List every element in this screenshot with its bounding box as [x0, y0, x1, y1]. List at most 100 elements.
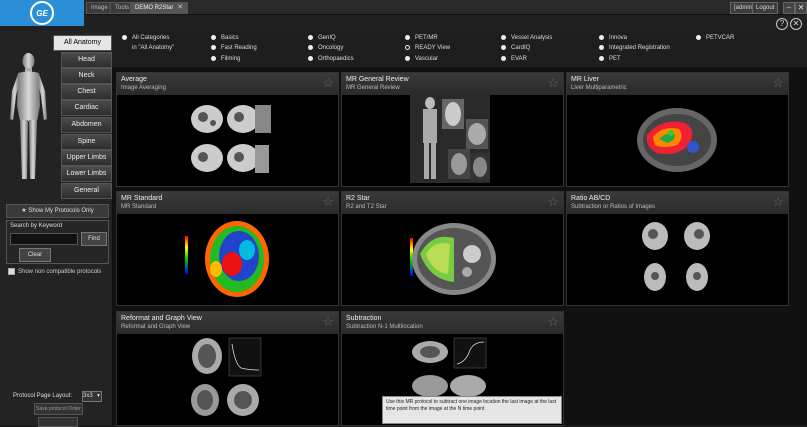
category-evar[interactable]: EVAR [501, 56, 527, 62]
category-geniq[interactable]: GenIQ [308, 35, 336, 41]
toolbar [0, 15, 807, 31]
radio-icon[interactable] [122, 35, 127, 40]
favorite-star-icon[interactable]: ☆ [547, 195, 559, 209]
protocol-card-mr-liver[interactable]: MR Liver Liver Multiparametric ☆ [566, 72, 789, 187]
settings-icon[interactable]: ✕ [790, 18, 802, 30]
radio-selected-icon[interactable] [405, 45, 410, 50]
anatomy-all[interactable]: All Anatomy [53, 35, 112, 51]
card-header: Reformat and Graph View Reformat and Gra… [117, 312, 338, 334]
category-all[interactable]: All Categories [122, 35, 169, 41]
protocol-card-reformat-graph[interactable]: Reformat and Graph View Reformat and Gra… [116, 311, 339, 426]
checkbox-icon[interactable] [8, 268, 15, 275]
anatomy-general[interactable]: General [61, 183, 112, 199]
category-label: Basics [221, 35, 239, 42]
close-icon[interactable]: ✕ [177, 4, 183, 11]
favorite-star-icon[interactable]: ☆ [322, 315, 334, 329]
radio-icon[interactable] [599, 35, 604, 40]
category-petvcar[interactable]: PETVCAR [696, 35, 734, 41]
logout-button[interactable]: Logout [752, 2, 779, 14]
anatomy-lower-limbs[interactable]: Lower Limbs [61, 166, 112, 182]
thumbnail-image [567, 214, 788, 305]
category-orthopaedics[interactable]: Orthopaedics [308, 56, 354, 62]
thumbnail-image [567, 95, 788, 186]
category-integrated-registration[interactable]: Integrated Registration [599, 45, 670, 51]
category-vessel-analysis[interactable]: Vessel Analysis [501, 35, 552, 41]
search-input[interactable] [10, 233, 78, 245]
card-header: Average Image Averaging ☆ [117, 73, 338, 95]
card-subtitle: Liver Multiparametric [571, 85, 627, 91]
minimize-icon[interactable]: – [783, 2, 795, 14]
category-oncology[interactable]: Oncology [308, 45, 343, 51]
help-icon[interactable]: ? [776, 18, 788, 30]
anatomy-neck[interactable]: Neck [61, 68, 112, 84]
category-label: Fast Reading [221, 45, 257, 52]
radio-icon[interactable] [405, 56, 410, 61]
category-petmr[interactable]: PET/MR [405, 35, 438, 41]
category-fast-reading[interactable]: Fast Reading [211, 45, 257, 51]
radio-icon[interactable] [308, 35, 313, 40]
category-pet[interactable]: PET [599, 56, 621, 62]
page-layout-value: 3x3 [83, 393, 93, 399]
radio-icon[interactable] [501, 56, 506, 61]
radio-icon[interactable] [211, 45, 216, 50]
anatomy-spine[interactable]: Spine [61, 134, 112, 150]
protocol-card-subtraction[interactable]: Subtraction Subtraction N-1 Multilocatio… [341, 311, 564, 426]
favorite-star-icon[interactable]: ☆ [547, 76, 559, 90]
find-button[interactable]: Find [81, 232, 107, 246]
category-innova[interactable]: Innova [599, 35, 627, 41]
card-subtitle: MR Standard [121, 204, 157, 210]
radio-icon[interactable] [501, 45, 506, 50]
card-header: Ratio AB/CD Subtraction or Ratios of Ima… [567, 192, 788, 214]
radio-icon[interactable] [696, 35, 701, 40]
favorite-star-icon[interactable]: ☆ [322, 195, 334, 209]
protocol-card-mr-standard[interactable]: MR Standard MR Standard ☆ [116, 191, 339, 306]
category-ready-view[interactable]: READY View [405, 45, 450, 51]
category-label: PET/MR [415, 35, 438, 42]
anatomy-abdomen[interactable]: Abdomen [61, 117, 112, 133]
category-vascular[interactable]: Vascular [405, 56, 438, 62]
show-my-protocols-button[interactable]: ★ Show My Protocols Only [6, 204, 109, 218]
clear-button[interactable]: Clear [19, 248, 51, 262]
category-label: All Categories [132, 35, 170, 42]
radio-icon[interactable] [405, 35, 410, 40]
radio-icon[interactable] [308, 45, 313, 50]
tab-label: Tools [115, 5, 130, 11]
page-layout-select[interactable]: 3x3 ▼ [82, 391, 102, 402]
category-label: Vascular [415, 56, 438, 63]
anatomy-cardiac[interactable]: Cardiac [61, 100, 112, 116]
category-basics[interactable]: Basics [211, 35, 239, 41]
favorite-star-icon[interactable]: ☆ [322, 76, 334, 90]
radio-icon[interactable] [211, 56, 216, 61]
protocol-card-average[interactable]: Average Image Averaging ☆ [116, 72, 339, 187]
category-filming[interactable]: Filming [211, 56, 240, 62]
category-label: Orthopaedics [318, 56, 354, 63]
favorite-star-icon[interactable]: ☆ [772, 195, 784, 209]
radio-icon[interactable] [599, 56, 604, 61]
favorite-star-icon[interactable]: ☆ [772, 76, 784, 90]
body-figure-icon[interactable] [6, 51, 51, 181]
show-noncompatible-checkbox[interactable]: Show non compatible protocols [8, 268, 101, 275]
card-subtitle: MR General Review [346, 85, 400, 91]
radio-icon[interactable] [211, 35, 216, 40]
save-order-button[interactable]: Save protocol Order [34, 403, 83, 415]
protocol-card-ratio-abcd[interactable]: Ratio AB/CD Subtraction or Ratios of Ima… [566, 191, 789, 306]
category-cardiq[interactable]: CardIQ [501, 45, 530, 51]
bottom-button[interactable] [38, 417, 78, 427]
protocol-card-mr-general-review[interactable]: MR General Review MR General Review ☆ [341, 72, 564, 187]
close-window-icon[interactable]: ✕ [795, 2, 807, 14]
anatomy-head[interactable]: Head [61, 52, 112, 68]
card-header: MR General Review MR General Review ☆ [342, 73, 563, 95]
radio-icon[interactable] [599, 45, 604, 50]
anatomy-chest[interactable]: Chest [61, 84, 112, 100]
favorite-star-icon[interactable]: ☆ [547, 315, 559, 329]
tab-demo-r2star[interactable]: DEMO R2Star ✕ [130, 2, 189, 14]
thumbnail-image [342, 95, 563, 186]
card-header: MR Standard MR Standard ☆ [117, 192, 338, 214]
card-title: MR Standard [121, 195, 163, 202]
protocol-card-r2-star[interactable]: R2 Star R2 and T2 Star ☆ [341, 191, 564, 306]
radio-icon[interactable] [501, 35, 506, 40]
radio-icon[interactable] [308, 56, 313, 61]
star-icon: ★ [21, 208, 27, 214]
card-subtitle: Reformat and Graph View [121, 324, 191, 330]
anatomy-upper-limbs[interactable]: Upper Limbs [61, 150, 112, 166]
